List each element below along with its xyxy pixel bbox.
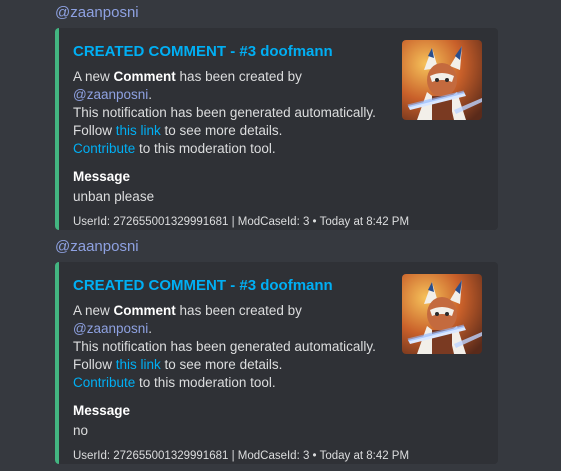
- desc-text: to this moderation tool.: [135, 375, 276, 390]
- desc-text: to see more details.: [160, 123, 283, 138]
- field-value: no: [73, 423, 89, 438]
- desc-text: A new: [73, 303, 114, 318]
- author-mention[interactable]: @zaanposni: [73, 321, 148, 336]
- desc-line: This notification has been generated aut…: [73, 339, 376, 354]
- user-mention[interactable]: @zaanposni: [55, 4, 139, 22]
- desc-text: has been created by: [175, 303, 302, 318]
- notification-embed: CREATED COMMENT - #3 doofmann A new Comm…: [55, 262, 498, 464]
- ahsoka-avatar-icon: [402, 274, 482, 354]
- desc-line: This notification has been generated aut…: [73, 105, 376, 120]
- desc-text: .: [148, 87, 153, 102]
- embed-footer: UserId: 272655001329991681 | ModCaseId: …: [73, 216, 410, 228]
- thumbnail-image[interactable]: [402, 40, 482, 120]
- contribute-link[interactable]: Contribute: [73, 141, 135, 156]
- message-feed: @zaanposni CREATED COMMENT - #3 doofmann…: [0, 0, 561, 471]
- desc-text: A new: [73, 69, 114, 84]
- desc-text: .: [148, 321, 153, 336]
- desc-text: Follow: [73, 357, 116, 372]
- author-mention[interactable]: @zaanposni: [73, 87, 148, 102]
- details-link[interactable]: this link: [116, 123, 161, 138]
- desc-bold: Comment: [113, 303, 176, 318]
- embed-description: A new Comment has been created by @zaanp…: [73, 68, 383, 158]
- desc-bold: Comment: [113, 69, 176, 84]
- desc-text: to this moderation tool.: [135, 141, 276, 156]
- embed-description: A new Comment has been created by @zaanp…: [73, 302, 383, 392]
- contribute-link[interactable]: Contribute: [73, 375, 135, 390]
- field-name: Message: [73, 169, 131, 184]
- field-name: Message: [73, 403, 131, 418]
- desc-text: has been created by: [175, 69, 302, 84]
- desc-text: to see more details.: [160, 357, 283, 372]
- thumbnail-image[interactable]: [402, 274, 482, 354]
- desc-text: Follow: [73, 123, 116, 138]
- user-mention[interactable]: @zaanposni: [55, 238, 139, 256]
- embed-footer: UserId: 272655001329991681 | ModCaseId: …: [73, 450, 410, 462]
- details-link[interactable]: this link: [116, 357, 161, 372]
- field-value: unban please: [73, 189, 155, 204]
- notification-embed: CREATED COMMENT - #3 doofmann A new Comm…: [55, 28, 498, 230]
- ahsoka-avatar-icon: [402, 40, 482, 120]
